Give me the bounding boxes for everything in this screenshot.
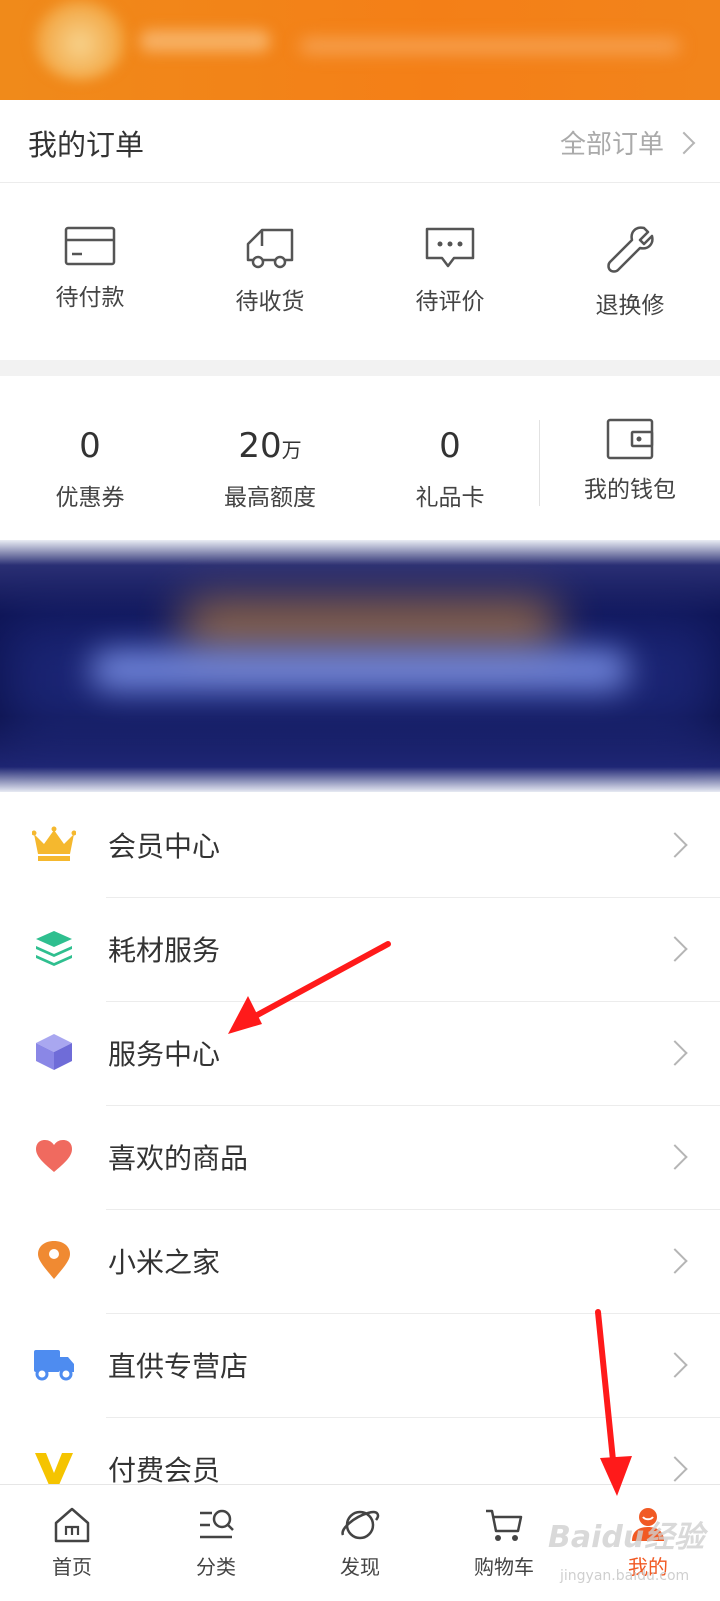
coupons-label: 优惠券 (55, 485, 125, 511)
cart-icon (486, 1509, 523, 1541)
menu-item-paid-membership[interactable]: 付费会员 (0, 1416, 720, 1484)
my-wallet[interactable]: 我的钱包 (540, 376, 720, 540)
chevron-right-icon (662, 936, 688, 962)
order-item-label: 待付款 (55, 285, 125, 311)
coupons[interactable]: 0 优惠券 (0, 376, 180, 540)
wallet-icon (606, 418, 654, 460)
banner-title-blurred (180, 600, 560, 650)
chevron-right-icon (662, 1144, 688, 1170)
orders-title: 我的订单 (28, 128, 145, 162)
divider (539, 420, 540, 506)
credit-limit[interactable]: 20万 最高额度 (180, 376, 360, 540)
chevron-right-icon (662, 1352, 688, 1378)
credit-limit-label: 最高额度 (224, 485, 316, 511)
card-icon (64, 226, 116, 266)
order-pending-review[interactable]: 待评价 (360, 183, 540, 360)
nav-label: 首页 (52, 1555, 92, 1579)
menu-item-member-center[interactable]: 会员中心 (0, 792, 720, 898)
menu-item-consumables[interactable]: 耗材服务 (0, 896, 720, 1002)
menu-item-label: 付费会员 (108, 1454, 221, 1484)
delivery-truck-icon (32, 1342, 76, 1386)
my-wallet-label: 我的钱包 (584, 477, 676, 503)
watermark-url: jingyan.baidu.com (560, 1568, 690, 1584)
nav-discover[interactable]: 发现 (288, 1485, 432, 1601)
service-menu-list: 会员中心 耗材服务 服务中心 喜欢的商品 小米之家 直供专营店 付费会员 (0, 792, 720, 1484)
watermark: Baidu经验 (548, 1520, 705, 1555)
menu-item-label: 耗材服务 (108, 934, 221, 967)
order-status-row: 待付款 待收货 待评价 退换修 (0, 183, 720, 360)
home-icon (54, 1507, 90, 1543)
crown-icon (32, 822, 76, 866)
coupons-count: 0 (79, 426, 101, 466)
nav-category[interactable]: 分类 (144, 1485, 288, 1601)
all-orders-label: 全部订单 (559, 130, 664, 160)
chat-bubble-icon (425, 227, 475, 268)
chevron-right-icon (662, 1040, 688, 1066)
nav-label: 购物车 (474, 1555, 534, 1579)
menu-item-label: 会员中心 (108, 830, 221, 863)
menu-item-label: 小米之家 (108, 1246, 221, 1279)
menu-item-service-center[interactable]: 服务中心 (0, 1000, 720, 1106)
menu-item-favorites[interactable]: 喜欢的商品 (0, 1104, 720, 1210)
chevron-right-icon (662, 1248, 688, 1274)
promo-banner[interactable] (0, 540, 720, 792)
gift-cards-count: 0 (439, 426, 461, 466)
menu-item-label: 喜欢的商品 (108, 1142, 249, 1175)
profile-info-blurred (300, 38, 680, 54)
gift-cards[interactable]: 0 礼品卡 (360, 376, 540, 540)
heart-icon (32, 1134, 76, 1178)
planet-icon (341, 1510, 380, 1540)
nav-label: 发现 (340, 1555, 380, 1579)
location-pin-icon (32, 1238, 76, 1282)
nav-label: 分类 (196, 1555, 236, 1579)
truck-icon (246, 228, 294, 269)
menu-item-label: 服务中心 (108, 1038, 221, 1071)
order-item-label: 待评价 (415, 289, 485, 315)
menu-item-label: 直供专营店 (108, 1350, 249, 1383)
all-orders-link[interactable]: 全部订单 (559, 124, 696, 161)
layers-icon (32, 926, 76, 970)
chevron-right-icon (672, 131, 696, 154)
menu-item-mi-home[interactable]: 小米之家 (0, 1208, 720, 1314)
order-item-label: 待收货 (235, 289, 305, 315)
order-returns-repairs[interactable]: 退换修 (540, 183, 720, 360)
order-pending-payment[interactable]: 待付款 (0, 183, 180, 360)
v-badge-icon (32, 1446, 76, 1484)
menu-item-direct-store[interactable]: 直供专营店 (0, 1312, 720, 1418)
wallet-row: 0 优惠券 20万 最高额度 0 礼品卡 我的钱包 (0, 376, 720, 540)
category-search-icon (200, 1509, 234, 1539)
credit-limit-value: 20万 (238, 426, 302, 466)
username-blurred (140, 30, 270, 52)
avatar[interactable] (34, 0, 126, 80)
wrench-icon (607, 226, 654, 273)
order-item-label: 退换修 (595, 293, 665, 319)
orders-section-header: 我的订单 全部订单 (0, 100, 720, 183)
banner-text-blurred (90, 650, 630, 690)
chevron-right-icon (662, 1456, 688, 1482)
profile-header-banner[interactable] (0, 0, 720, 100)
nav-home[interactable]: 首页 (0, 1485, 144, 1601)
gift-cards-label: 礼品卡 (415, 485, 485, 511)
cube-icon (32, 1030, 76, 1074)
chevron-right-icon (662, 832, 688, 858)
order-pending-delivery[interactable]: 待收货 (180, 183, 360, 360)
